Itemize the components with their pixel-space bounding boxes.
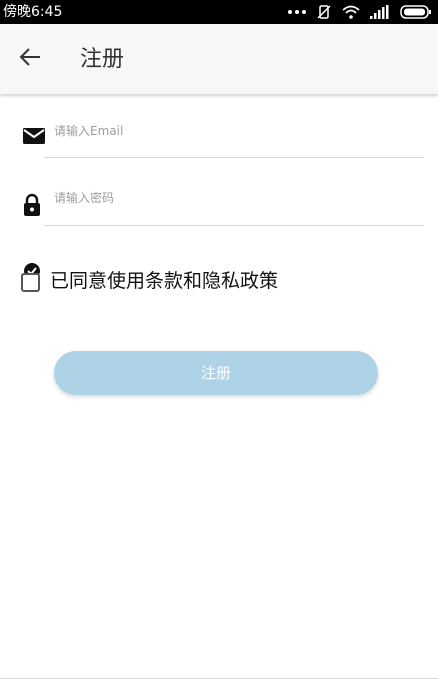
mute-icon	[316, 4, 332, 20]
email-icon	[22, 126, 46, 150]
arrow-left-icon	[19, 48, 41, 70]
bottom-divider	[0, 678, 438, 679]
status-bar: 傍晚6:45	[0, 0, 438, 24]
page-title: 注册	[80, 47, 125, 72]
back-button[interactable]	[12, 44, 48, 74]
battery-icon	[400, 5, 432, 19]
email-field-row	[0, 112, 438, 162]
email-input[interactable]	[44, 116, 434, 146]
lock-icon	[22, 193, 46, 217]
agree-label: 已同意使用条款和隐私政策	[50, 270, 279, 292]
status-icons	[288, 3, 432, 21]
more-dots-icon	[288, 9, 306, 15]
agree-row: 已同意使用条款和隐私政策	[20, 262, 420, 298]
app-bar: 注册	[0, 24, 438, 94]
password-field-row	[0, 180, 438, 230]
password-underline	[44, 225, 424, 226]
email-underline	[44, 157, 424, 158]
status-time: 傍晚6:45	[3, 4, 63, 20]
agree-checkbox[interactable]	[20, 263, 40, 292]
wifi-icon	[342, 5, 360, 19]
signal-icon	[370, 5, 390, 19]
password-input[interactable]	[44, 183, 434, 213]
register-button[interactable]: 注册	[54, 351, 378, 395]
